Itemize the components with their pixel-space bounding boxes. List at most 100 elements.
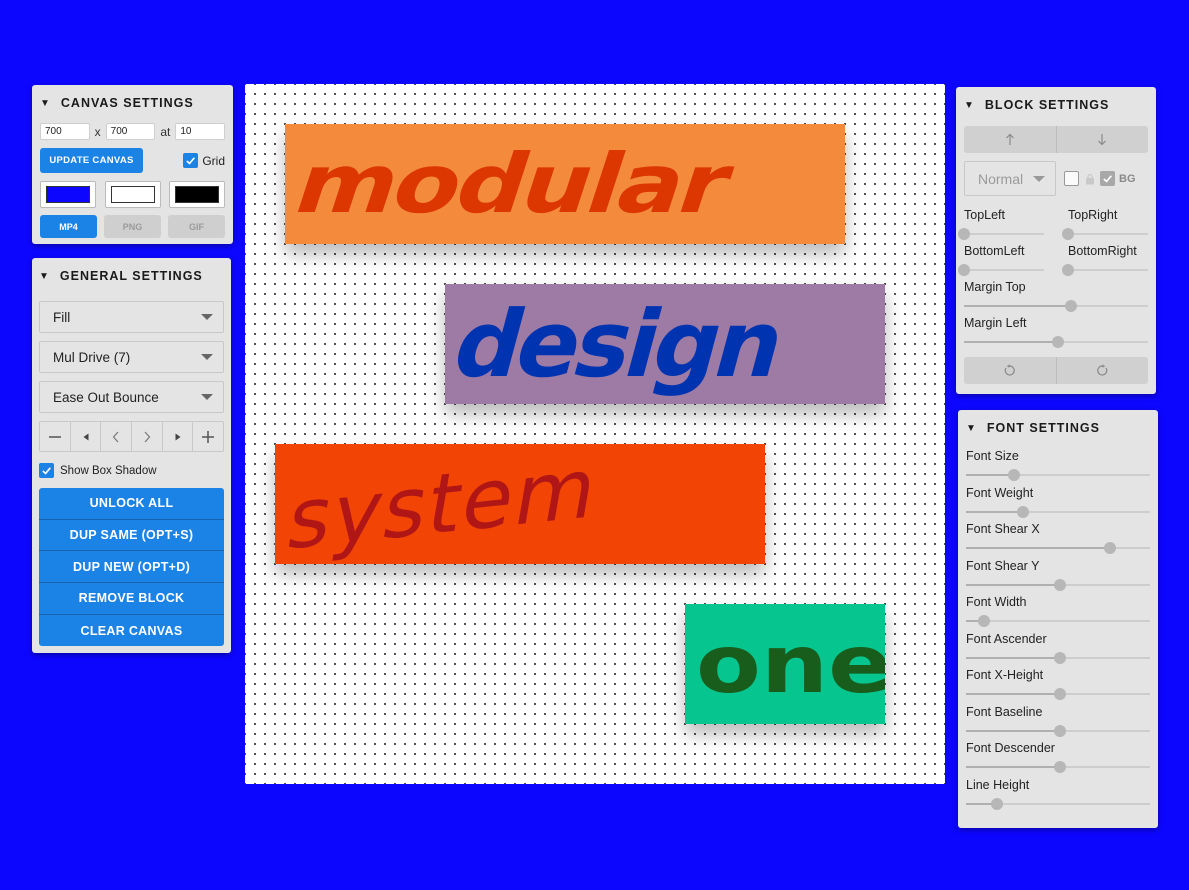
slider-thumb[interactable] [1051, 336, 1064, 348]
slider-thumb[interactable] [1053, 688, 1066, 700]
export-png-button[interactable]: PNG [104, 215, 161, 238]
slider-thumb[interactable] [1103, 542, 1116, 554]
minus-button[interactable] [40, 422, 71, 451]
font-slider-row: Font X-Height [966, 668, 1150, 700]
slider-thumb[interactable] [1053, 651, 1066, 664]
bottom-left-label: BottomLeft [964, 244, 1025, 258]
grid-size-input[interactable]: 10 [175, 123, 225, 140]
font-slider[interactable] [966, 761, 1150, 773]
slider-thumb[interactable] [978, 615, 991, 627]
slider-thumb[interactable] [1062, 228, 1074, 240]
background-color-swatch[interactable] [40, 181, 96, 208]
slider-thumb[interactable] [1053, 578, 1066, 591]
font-slider[interactable] [966, 469, 1150, 481]
font-slider-list: Font Size Font Weight Font Shear X Font She… [966, 449, 1150, 810]
fill-mode-select[interactable]: Fill [39, 301, 224, 333]
font-slider[interactable] [966, 615, 1150, 627]
easing-select[interactable]: Ease Out Bounce [39, 381, 224, 413]
design-canvas[interactable]: modular design system one [245, 84, 945, 784]
font-slider[interactable] [966, 724, 1150, 737]
send-backward-button[interactable] [1057, 126, 1149, 153]
font-slider[interactable] [966, 797, 1150, 810]
bring-forward-button[interactable] [964, 126, 1057, 153]
text-block-one[interactable]: one [685, 604, 885, 724]
lock-checkbox[interactable] [1064, 171, 1079, 186]
margin-left-slider[interactable] [964, 336, 1148, 348]
export-mp4-button[interactable]: MP4 [40, 215, 97, 238]
font-slider[interactable] [966, 688, 1150, 700]
slider-fill [966, 693, 1060, 695]
plus-button[interactable] [193, 422, 223, 451]
bottom-right-slider[interactable] [1062, 264, 1148, 276]
slider-thumb[interactable] [991, 797, 1004, 810]
font-settings-header[interactable]: ▼ FONT SETTINGS [966, 420, 1150, 436]
slider-thumb[interactable] [1053, 761, 1066, 773]
last-frame-button[interactable] [163, 422, 194, 451]
text-block-system[interactable]: system [275, 444, 765, 564]
arrow-up-icon [1005, 133, 1014, 145]
clear-canvas-button[interactable]: CLEAR CANVAS [39, 614, 224, 647]
canvas-settings-header[interactable]: ▼ CANVAS SETTINGS [40, 95, 225, 111]
collapse-triangle-icon[interactable]: ▼ [40, 98, 51, 109]
export-gif-button[interactable]: GIF [168, 215, 225, 238]
slider-fill [964, 341, 1058, 343]
font-slider-label: Font Descender [966, 741, 1055, 755]
slider-thumb[interactable] [958, 264, 970, 276]
canvas-width-input[interactable]: 700 [40, 123, 90, 140]
next-button[interactable] [132, 422, 163, 451]
checkmark-icon [42, 467, 51, 475]
slider-fill [966, 547, 1110, 549]
grid-color-swatch[interactable] [169, 181, 225, 208]
drive-mode-select[interactable]: Mul Drive (7) [39, 341, 224, 373]
dup-same-button[interactable]: DUP SAME (OPT+S) [39, 519, 224, 552]
top-left-slider[interactable] [958, 228, 1044, 240]
font-slider[interactable] [966, 578, 1150, 591]
margin-top-slider[interactable] [964, 300, 1148, 312]
unlock-all-button[interactable]: UNLOCK ALL [39, 488, 224, 520]
block-settings-panel: ▼ BLOCK SETTINGS Normal BG TopLeft TopRi… [956, 87, 1156, 394]
undo-icon [1004, 364, 1016, 376]
slider-thumb[interactable] [1007, 469, 1020, 481]
font-slider[interactable] [966, 542, 1150, 554]
font-slider[interactable] [966, 505, 1150, 518]
collapse-triangle-icon[interactable]: ▼ [39, 271, 50, 282]
checkmark-icon [1103, 175, 1112, 183]
slider-thumb[interactable] [1064, 300, 1077, 312]
triangle-right-icon [175, 433, 181, 440]
general-settings-header[interactable]: ▼ GENERAL SETTINGS [39, 268, 224, 284]
at-label: at [160, 124, 171, 139]
bottom-right-label: BottomRight [1068, 244, 1137, 258]
block-settings-header[interactable]: ▼ BLOCK SETTINGS [964, 97, 1148, 113]
slider-thumb[interactable] [1062, 264, 1074, 276]
block-text: system [280, 444, 606, 564]
collapse-triangle-icon[interactable]: ▼ [964, 100, 975, 111]
text-block-design[interactable]: design [445, 284, 885, 404]
top-right-slider[interactable] [1062, 228, 1148, 240]
slider-thumb[interactable] [1053, 724, 1066, 737]
font-slider-label: Line Height [966, 777, 1030, 792]
remove-block-button[interactable]: REMOVE BLOCK [39, 583, 224, 615]
update-canvas-button[interactable]: UPDATE CANVAS [40, 148, 143, 173]
minus-icon [48, 435, 61, 438]
redo-button[interactable] [1057, 357, 1149, 384]
collapse-triangle-icon[interactable]: ▼ [966, 423, 977, 434]
show-box-shadow-checkbox[interactable] [39, 463, 54, 478]
bottom-left-slider[interactable] [958, 264, 1044, 276]
text-block-modular[interactable]: modular [285, 124, 845, 244]
undo-button[interactable] [964, 357, 1057, 384]
slider-fill [966, 583, 1060, 586]
previous-button[interactable] [101, 422, 133, 451]
slider-thumb[interactable] [958, 228, 970, 240]
font-slider[interactable] [966, 651, 1150, 664]
bg-checkbox[interactable] [1100, 171, 1115, 186]
dup-new-button[interactable]: DUP NEW (OPT+D) [39, 551, 224, 584]
canvas-height-input[interactable]: 700 [105, 123, 156, 140]
panel-title: CANVAS SETTINGS [60, 96, 194, 110]
canvas-color-swatch[interactable] [104, 181, 161, 208]
grid-checkbox[interactable] [183, 153, 199, 168]
blend-mode-select[interactable]: Normal [964, 161, 1056, 196]
slider-fill [966, 656, 1060, 659]
first-frame-button[interactable] [71, 422, 102, 451]
slider-thumb[interactable] [1017, 505, 1030, 518]
panel-title: BLOCK SETTINGS [984, 98, 1110, 112]
